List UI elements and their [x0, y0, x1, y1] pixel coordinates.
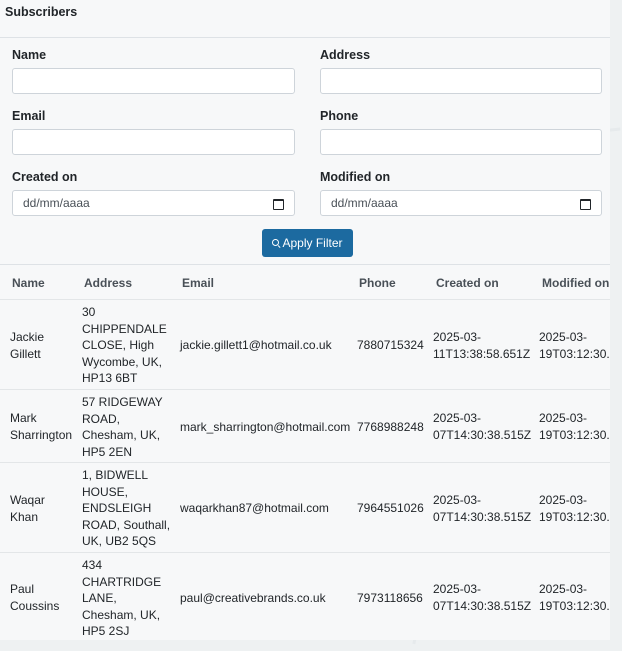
- phone-label: Phone: [320, 109, 359, 123]
- table-divider: [0, 264, 610, 265]
- apply-filter-label: Apply Filter: [282, 236, 343, 250]
- column-header-phone[interactable]: Phone: [359, 276, 396, 290]
- created-on-date-value: dd/mm/aaaa: [23, 196, 90, 210]
- cell-modified-on: 2025-03- 19T03:12:30.9: [539, 411, 610, 442]
- created-on-date-input[interactable]: dd/mm/aaaa: [12, 190, 295, 216]
- cell-address: 57 RIDGEWAY ROAD, Chesham, UK, HP5 2EN: [82, 395, 163, 459]
- column-header-address[interactable]: Address: [84, 276, 132, 290]
- cell-name: Jackie Gillett: [10, 330, 45, 361]
- cell-email: mark_sharrington@hotmail.com: [180, 420, 351, 434]
- cell-phone: 7964551026: [357, 501, 424, 515]
- cell-phone: 7880715324: [357, 338, 424, 352]
- modified-on-date-input[interactable]: dd/mm/aaaa: [320, 190, 602, 216]
- column-header-name[interactable]: Name: [12, 276, 45, 290]
- page-title: Subscribers: [5, 5, 78, 19]
- cell-modified-on: 2025-03- 19T03:12:30.9: [539, 330, 610, 361]
- cell-created-on: 2025-03- 11T13:38:58.651Z: [433, 330, 531, 361]
- cell-modified-on: 2025-03- 19T03:12:30.9: [539, 582, 610, 613]
- cell-created-on: 2025-03- 07T14:30:38.515Z: [433, 582, 532, 613]
- search-icon: [272, 239, 280, 247]
- cell-name: Paul Coussins: [10, 582, 60, 613]
- calendar-icon[interactable]: [273, 198, 284, 210]
- cell-modified-on: 2025-03- 19T03:12:30.9: [539, 493, 610, 524]
- cell-email: paul@creativebrands.co.uk: [180, 591, 326, 605]
- email-input[interactable]: [12, 129, 295, 155]
- created-on-label: Created on: [12, 170, 78, 184]
- cell-phone: 7973118656: [357, 591, 423, 605]
- cell-email: jackie.gillett1@hotmail.co.uk: [180, 338, 332, 352]
- column-header-modified-on[interactable]: Modified on: [542, 276, 609, 290]
- phone-input[interactable]: [320, 129, 602, 155]
- divider: [0, 37, 610, 38]
- apply-filter-button[interactable]: Apply Filter: [262, 229, 353, 257]
- cell-address: 1, BIDWELL HOUSE, ENDSLEIGH ROAD, Southall,…: [82, 468, 171, 548]
- table-row[interactable]: Waqar Khan 1, BIDWELL HOUSE, ENDSLEIGH ROAD,…: [0, 462, 610, 553]
- cell-name: Waqar Khan: [10, 493, 45, 524]
- email-label: Email: [12, 109, 46, 123]
- cell-address: 434 CHARTRIDGE LANE, Chesham, UK, HP5 2SJ: [82, 558, 162, 638]
- table-row[interactable]: Mark Sharrington 57 RIDGEWAY ROAD, Chesham,…: [0, 389, 610, 463]
- cell-email: waqarkhan87@hotmail.com: [180, 501, 329, 515]
- cell-address: 30 CHIPPENDALE CLOSE, High Wycombe, UK, HP13…: [82, 305, 167, 385]
- cell-phone: 7768988248: [357, 420, 424, 434]
- table-row[interactable]: Paul Coussins 434 CHARTRIDGE LANE, Chesham, …: [0, 552, 610, 640]
- column-header-created-on[interactable]: Created on: [436, 276, 499, 290]
- address-input[interactable]: [320, 68, 602, 94]
- calendar-icon[interactable]: [580, 198, 591, 210]
- cell-name: Mark Sharrington: [10, 411, 73, 442]
- cell-created-on: 2025-03- 07T14:30:38.515Z: [433, 411, 532, 442]
- modified-on-label: Modified on: [320, 170, 391, 184]
- name-input[interactable]: [12, 68, 295, 94]
- modified-on-date-value: dd/mm/aaaa: [331, 196, 398, 210]
- subscribers-panel: Subscribers Name Address Email Phone Cre…: [0, 0, 610, 640]
- cell-created-on: 2025-03- 07T14:30:38.515Z: [433, 493, 532, 524]
- column-header-email[interactable]: Email: [182, 276, 214, 290]
- name-label: Name: [12, 48, 47, 62]
- table-row[interactable]: Jackie Gillett 30 CHIPPENDALE CLOSE, High Wy…: [0, 299, 610, 390]
- address-label: Address: [320, 48, 371, 62]
